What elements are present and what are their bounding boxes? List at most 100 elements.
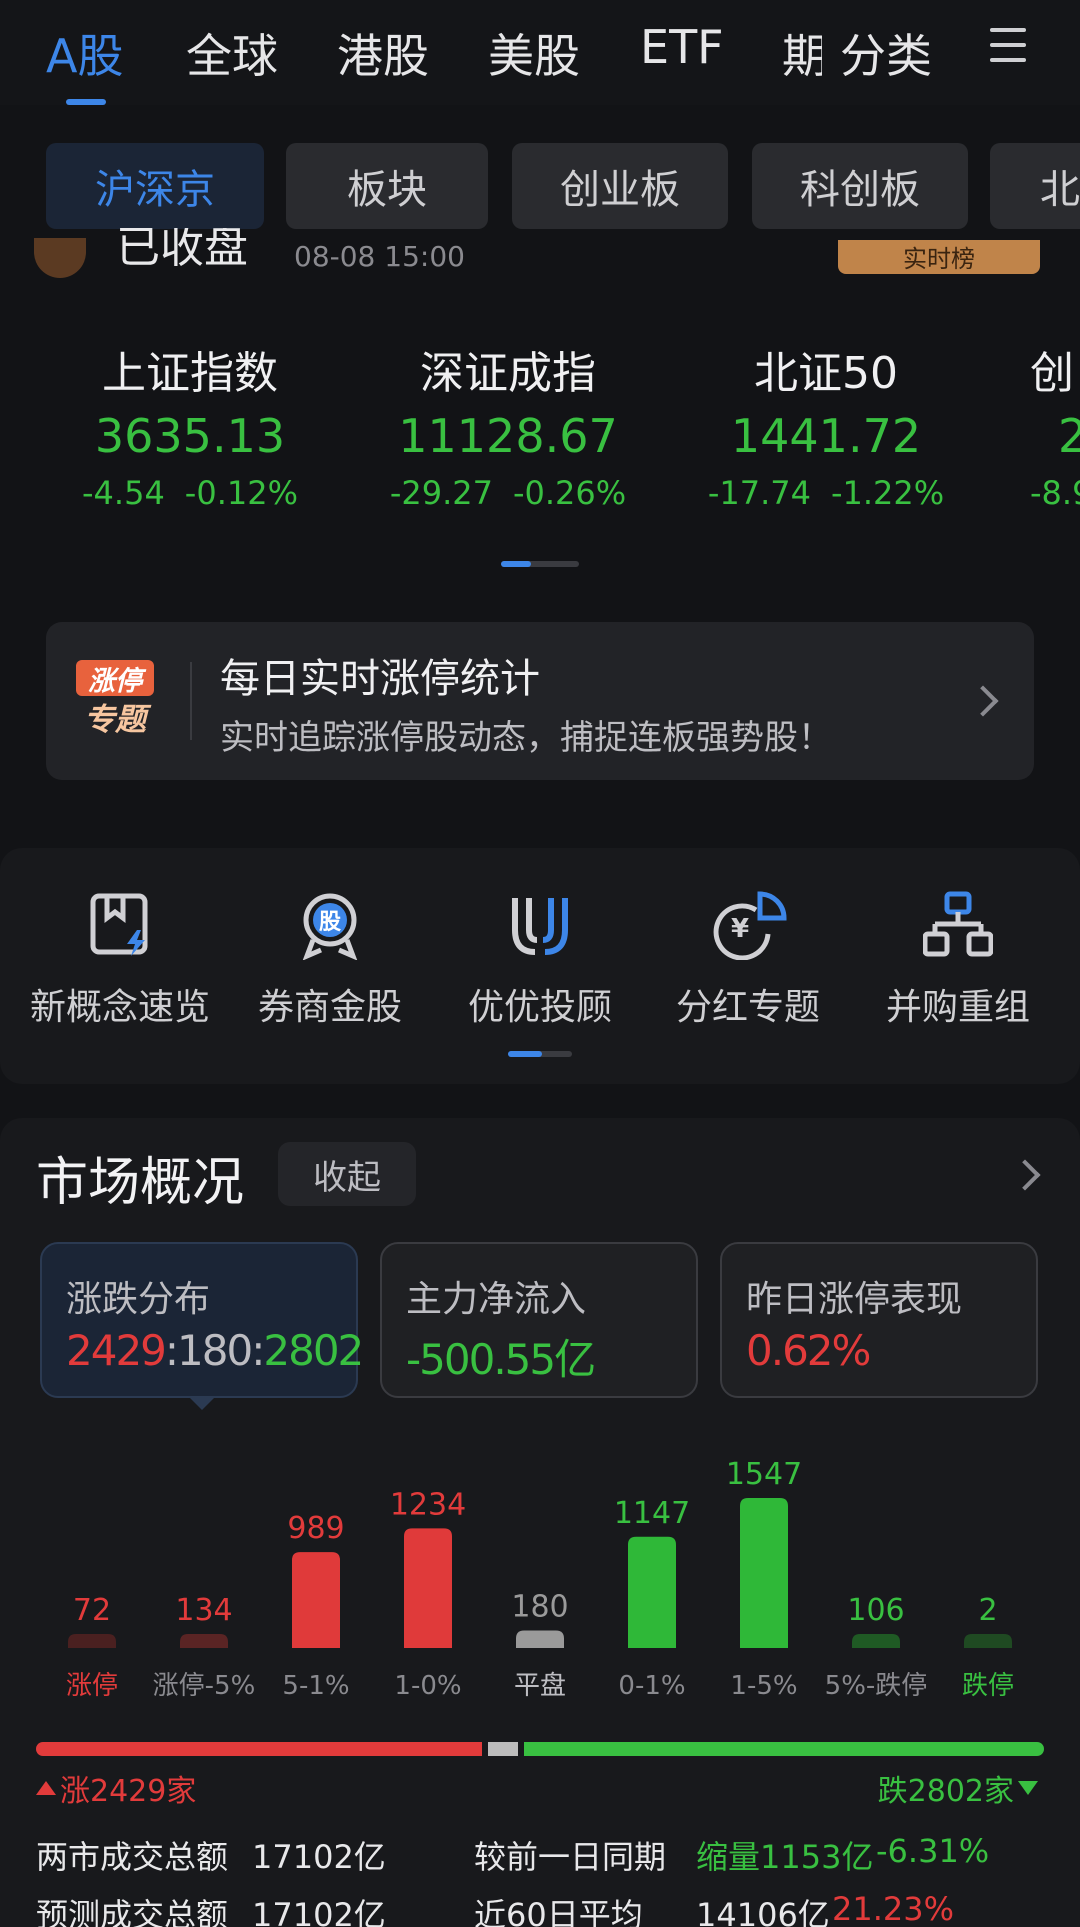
uu-logo-icon <box>512 898 568 955</box>
index-pager <box>501 561 579 567</box>
tool-label: 并购重组 <box>885 987 1030 1028</box>
limit-up-banner[interactable]: 涨停 专题 每日实时涨停统计 实时追踪涨停股动态，捕捉连板强势股！ <box>46 622 1034 780</box>
stat-yesterday-limit-up[interactable]: 昨日涨停表现 0.62% <box>720 1242 1038 1398</box>
chip-shanghai-shenzhen-beijing[interactable]: 沪深京 <box>46 143 264 229</box>
chip-beijing[interactable]: 北 <box>990 143 1080 229</box>
bar <box>628 1536 676 1648</box>
volume-value: 17102亿 <box>252 1896 386 1927</box>
volume-row-total: 两市成交总额 17102亿 较前一日同期 缩量1153亿 -6.31% <box>36 1832 1046 1876</box>
chip-star-market[interactable]: 科创板 <box>752 143 968 229</box>
tab-global[interactable]: 全球 <box>186 20 278 86</box>
bar <box>964 1634 1012 1648</box>
divider <box>190 662 192 740</box>
index-value: 11128.67 <box>398 409 618 463</box>
tool-label: 券商金股 <box>257 987 402 1028</box>
index-card-beijing50[interactable]: 北证50 1441.72 -17.74 -1.22% <box>676 344 976 518</box>
lightning-book-icon <box>90 893 148 956</box>
tool-new-concepts[interactable]: 新概念速览 <box>20 890 220 1030</box>
volume-label: 预测成交总额 <box>36 1896 229 1927</box>
category-label: 0-1% <box>618 1671 685 1701</box>
tab-a-share[interactable]: A股 <box>46 20 123 86</box>
volume-compare-label: 较前一日同期 <box>474 1838 667 1876</box>
tool-uu-advisor[interactable]: 优优投顾 <box>440 890 640 1030</box>
tab-us[interactable]: 美股 <box>488 20 580 86</box>
up-ratio-bar <box>36 1742 483 1756</box>
market-status-text: 已收盘 <box>116 228 248 273</box>
index-change: -4.54 -0.12% <box>82 474 298 512</box>
chip-chinext[interactable]: 创业板 <box>512 143 728 229</box>
chip-sectors[interactable]: 板块 <box>286 143 488 229</box>
volume-change-pct: -6.31% <box>876 1832 990 1870</box>
tool-label: 优优投顾 <box>467 987 612 1028</box>
tab-etf[interactable]: ETF <box>640 20 724 74</box>
index-change: -29.27 -0.26% <box>389 474 627 512</box>
bar <box>292 1552 340 1648</box>
svg-text:股: 股 <box>319 910 341 935</box>
index-value: 1441.72 <box>730 409 922 463</box>
bar-value-label: 106 <box>847 1593 904 1628</box>
stat-up-down-distribution[interactable]: 涨跌分布 2429:180:2802 <box>40 1242 364 1398</box>
bar <box>68 1634 116 1648</box>
bar-value-label: 72 <box>73 1593 111 1628</box>
flat-ratio-bar <box>488 1742 519 1756</box>
index-name: 深证成指 <box>420 348 596 399</box>
tab-futures[interactable]: 期 <box>782 20 822 86</box>
market-close-time: 08-08 15:00 <box>294 244 465 273</box>
distribution-bar-chart: 72 涨停 134 涨停-5% 989 5-1% 1234 1-0% 180 平盘 1147 0-1%… <box>66 1457 1014 1701</box>
tool-mergers[interactable]: 并购重组 <box>858 890 1058 1030</box>
realtime-rank-badge[interactable]: 实时榜 <box>838 240 1040 274</box>
index-card-shanghai[interactable]: 上证指数 3635.13 -4.54 -0.12% <box>40 344 340 518</box>
bar <box>740 1498 788 1648</box>
bar-value-label: 2 <box>978 1593 997 1628</box>
bar-value-label: 989 <box>287 1511 344 1546</box>
tab-category[interactable]: 分类 <box>840 20 932 86</box>
banner-title: 每日实时涨停统计 <box>220 656 540 702</box>
collapse-button[interactable]: 收起 <box>278 1142 416 1206</box>
bar-value-label: 1147 <box>614 1496 690 1531</box>
menu-icon[interactable] <box>990 28 1026 62</box>
volume-value: 17102亿 <box>252 1838 386 1876</box>
volume-compare-label: 近60日平均 <box>474 1896 643 1927</box>
bar <box>852 1634 900 1648</box>
category-label: 涨停 <box>66 1671 118 1701</box>
volume-average-pct: 21.23% <box>832 1890 955 1927</box>
category-label: 1-5% <box>730 1671 797 1701</box>
arrow-down-icon <box>1018 1781 1038 1795</box>
banner-subtitle: 实时追踪涨停股动态，捕捉连板强势股！ <box>220 718 832 758</box>
index-card-chinext[interactable]: 创 2 -8.9 <box>1030 344 1080 518</box>
stat-label: 昨日涨停表现 <box>746 1279 963 1320</box>
category-label: 5%-跌停 <box>825 1671 928 1701</box>
stat-value: -500.55亿 <box>406 1335 596 1384</box>
volume-row-forecast: 预测成交总额 17102亿 近60日平均 14106亿 21.23% <box>36 1890 1046 1927</box>
index-card-shenzhen[interactable]: 深证成指 11128.67 -29.27 -0.26% <box>358 344 658 518</box>
stat-value: 0.62% <box>746 1326 871 1375</box>
tools-pager <box>508 1051 572 1057</box>
active-tab-indicator <box>66 99 106 105</box>
down-ratio-bar <box>524 1742 1044 1756</box>
index-name: 创 <box>1030 348 1074 399</box>
dividend-pie-icon: ¥ <box>713 891 787 960</box>
chevron-right-icon <box>967 685 999 717</box>
selected-stat-pointer <box>188 1396 216 1410</box>
category-label: 平盘 <box>514 1671 566 1701</box>
market-tab-bar: A股 全球 港股 美股 ETF 期 分类 <box>0 0 1080 105</box>
stat-label: 主力净流入 <box>406 1279 587 1320</box>
tool-broker-picks[interactable]: 股 券商金股 <box>230 890 430 1030</box>
index-change: -8.9 <box>1030 474 1080 512</box>
category-label: 涨停-5% <box>153 1671 256 1701</box>
index-change: -17.74 -1.22% <box>707 474 945 512</box>
bar-value-label: 180 <box>511 1590 568 1625</box>
org-chart-icon <box>923 891 993 957</box>
volume-average: 14106亿 <box>696 1896 830 1927</box>
stat-main-net-inflow[interactable]: 主力净流入 -500.55亿 <box>380 1242 698 1398</box>
tool-dividends[interactable]: ¥ 分红专题 <box>648 890 848 1030</box>
svg-text:¥: ¥ <box>731 914 749 944</box>
index-value: 2 <box>1058 409 1080 463</box>
down-count-label: 跌2802家 <box>878 1766 1038 1810</box>
bar <box>404 1528 452 1648</box>
category-label: 1-0% <box>394 1671 461 1701</box>
limit-up-logo-icon: 涨停 专题 <box>76 660 154 740</box>
tab-hk[interactable]: 港股 <box>337 20 429 86</box>
market-overview-title: 市场概况 <box>36 1153 245 1213</box>
tool-label: 分红专题 <box>675 987 820 1028</box>
